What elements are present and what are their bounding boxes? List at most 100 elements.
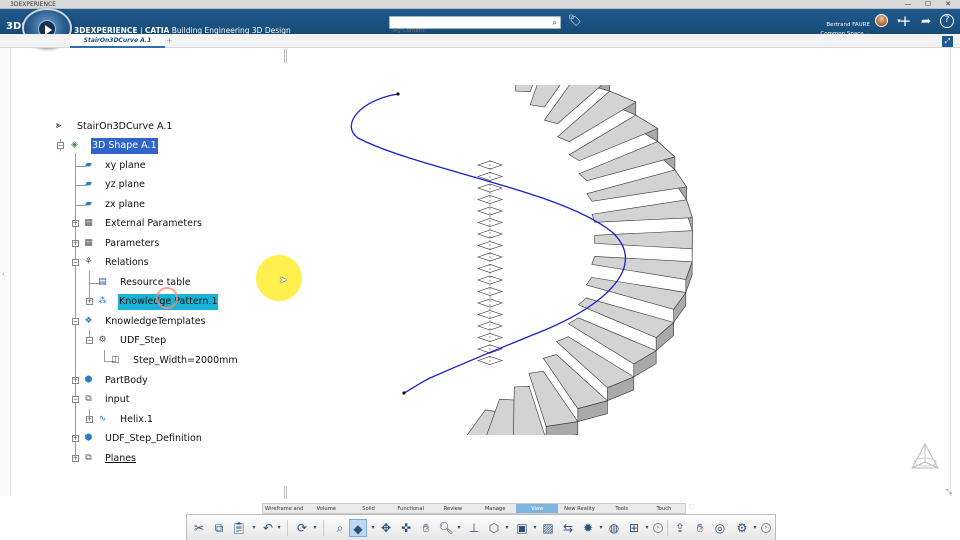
rotate-icon[interactable]: ✋︎ <box>417 519 435 537</box>
toolbar-separator <box>323 520 324 536</box>
tab-stairon3dcurve[interactable]: StairOn3DCurve A.1 <box>70 34 165 48</box>
avatar[interactable] <box>875 14 888 27</box>
plane-icon: ▰ <box>85 179 92 189</box>
expand-node-icon[interactable]: + <box>72 240 79 247</box>
curve-end-point[interactable] <box>402 391 406 395</box>
swap-visible-icon[interactable]: ⇆ <box>559 519 577 537</box>
minimize-button[interactable]: — <box>898 0 918 9</box>
expand-node-icon[interactable]: + <box>72 377 79 384</box>
curve-start-point[interactable] <box>396 92 400 96</box>
layout-dropdown-icon[interactable]: ▾ <box>643 519 651 537</box>
collapse-icon[interactable]: − <box>57 142 64 149</box>
favorite-icon[interactable]: ♡ <box>688 503 695 513</box>
update-dropdown-icon[interactable]: ▾ <box>311 519 319 537</box>
lighting-dropdown-icon[interactable]: ▾ <box>597 519 605 537</box>
splitter-top-2[interactable] <box>286 49 287 63</box>
user-name: Bertrand FAURE <box>826 22 870 28</box>
helix-icon: ∿ <box>98 414 107 424</box>
expand-node-icon[interactable]: + <box>72 220 79 227</box>
add-tab-icon[interactable]: + <box>166 34 173 48</box>
more-tools-icon[interactable]: › <box>761 523 771 533</box>
layout-icon[interactable]: ⊞ <box>625 519 643 537</box>
os-title-bar: 3DEXPERIENCE — ☐ ✕ <box>0 0 960 9</box>
hide-show-icon[interactable]: ▨ <box>539 519 557 537</box>
stair-step-tread[interactable] <box>591 256 693 280</box>
normal-view-icon[interactable]: ⊥ <box>465 519 483 537</box>
section-tab-new-reality[interactable]: New Reality <box>558 504 600 513</box>
pan-icon[interactable]: ✜ <box>397 519 415 537</box>
tools-dropdown-icon[interactable]: ▾ <box>751 519 759 537</box>
collapse-icon[interactable]: − <box>72 318 79 325</box>
render-dropdown-icon[interactable]: ▾ <box>531 519 539 537</box>
resize-icon[interactable]: ⤡ <box>946 488 952 497</box>
help-icon[interactable]: ? <box>940 14 954 28</box>
section-tab-tools[interactable]: Tools <box>601 504 643 513</box>
splitter-bottom-2[interactable] <box>286 486 287 499</box>
iso-dropdown-icon[interactable]: ▾ <box>503 519 511 537</box>
zoom-icon[interactable]: ⌕ <box>331 519 349 537</box>
action-bar-toolbar[interactable]: ✂ ⧉ 📋︎ ▾ ↶ ▾ ⟳ ▾ ⌕ ◆ ▾ ✥ ✜ ✋︎ 🔍︎ ▾ ⊥ ⬡ ▾… <box>186 514 776 540</box>
section-tab-volume[interactable]: Volume <box>305 504 347 513</box>
export-icon[interactable]: ⇪ <box>671 519 689 537</box>
section-tab-functional[interactable]: Functional <box>390 504 432 513</box>
stair-step-tread[interactable] <box>594 230 693 250</box>
left-panel-strip[interactable]: ‹ <box>0 48 11 496</box>
zoom-in-out-icon[interactable]: 🔍︎ <box>437 519 455 537</box>
parameters-icon: ▦ <box>84 218 93 228</box>
tag-icon[interactable]: 🏷︎ <box>568 14 582 27</box>
render-style-icon[interactable]: ▣ <box>513 519 531 537</box>
zoom-dropdown-icon[interactable]: ▾ <box>455 519 463 537</box>
maximize-button[interactable]: ☐ <box>918 0 938 9</box>
toolbar-separator <box>667 520 668 536</box>
shape-icon: ◈ <box>71 140 78 150</box>
close-button[interactable]: ✕ <box>938 0 958 9</box>
expand-icon[interactable]: ⤢ <box>942 36 953 47</box>
fit-all-icon[interactable]: ✥ <box>377 519 395 537</box>
tools-icon[interactable]: ⚙ <box>733 519 751 537</box>
cube-view-icon[interactable]: ◆ <box>349 519 367 537</box>
expand-node-icon[interactable]: + <box>86 298 93 305</box>
3d-viewport[interactable] <box>330 85 710 435</box>
lighting-icon[interactable]: ✹ <box>579 519 597 537</box>
section-tab-solid[interactable]: Solid <box>347 504 389 513</box>
splitter-top[interactable] <box>284 49 285 63</box>
expand-node-icon[interactable]: + <box>72 435 79 442</box>
paste-dropdown-icon[interactable]: ▾ <box>250 519 258 537</box>
collapse-icon[interactable]: − <box>72 259 79 266</box>
collapse-icon[interactable]: − <box>72 396 79 403</box>
section-tab-touch[interactable]: Touch <box>643 504 685 513</box>
expand-node-icon[interactable]: + <box>72 455 79 462</box>
search-box[interactable]: ⌕ <box>389 16 561 37</box>
search-icon[interactable]: ⌕ <box>553 18 557 28</box>
sphere-icon[interactable]: ◎ <box>711 519 729 537</box>
section-tab-wireframe-and-surface[interactable]: Wireframe and Surface <box>263 504 305 522</box>
section-tab-review[interactable]: Review <box>432 504 474 513</box>
view-dropdown-icon[interactable]: ▾ <box>369 519 377 537</box>
plus-icon[interactable]: + <box>897 13 913 29</box>
share-icon[interactable]: ➦ <box>918 13 934 29</box>
relations-icon: ⚘ <box>84 257 93 267</box>
expand-node-icon[interactable]: + <box>86 416 93 423</box>
spiral-stair-model[interactable] <box>449 85 693 435</box>
mouse-cursor-icon: ➤ <box>279 275 288 286</box>
update-icon[interactable]: ⟳ <box>293 519 311 537</box>
splitter-bottom[interactable] <box>284 486 285 499</box>
action-bar-sections[interactable]: Wireframe and SurfaceVolumeSolidFunction… <box>262 503 686 522</box>
right-panel-strip[interactable] <box>950 48 960 496</box>
measure-icon[interactable]: ✋︎ <box>691 519 709 537</box>
section-tab-view[interactable]: View <box>516 504 559 513</box>
view-compass-icon[interactable] <box>908 440 942 474</box>
collapse-icon[interactable]: − <box>86 337 93 344</box>
paste-icon[interactable]: 📋︎ <box>230 519 248 537</box>
chevron-left-icon[interactable]: ‹ <box>2 270 5 278</box>
undo-dropdown-icon[interactable]: ▾ <box>275 519 283 537</box>
isometric-view-icon[interactable]: ⬡ <box>485 519 503 537</box>
body-icon: ⬢ <box>84 375 93 385</box>
section-tab-manage[interactable]: Manage <box>474 504 516 513</box>
stair-step-tread[interactable] <box>591 199 693 223</box>
more-icon[interactable]: › <box>653 523 663 533</box>
ambiance-icon[interactable]: ◍ <box>605 519 623 537</box>
udf-icon: ⚙ <box>98 335 107 345</box>
copy-icon[interactable]: ⧉ <box>210 519 228 537</box>
cut-icon[interactable]: ✂ <box>190 519 208 537</box>
